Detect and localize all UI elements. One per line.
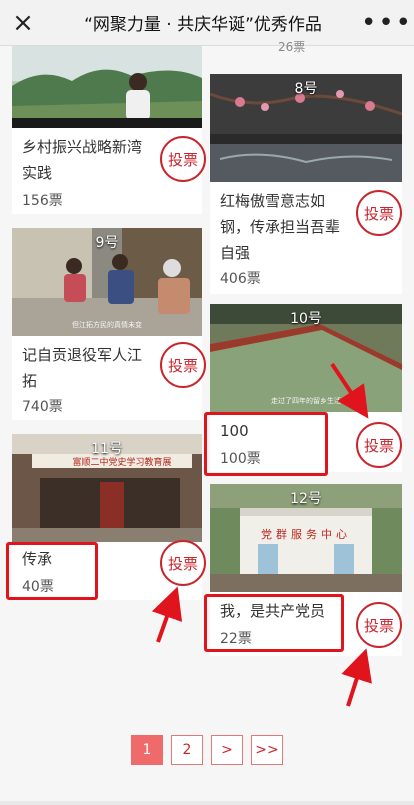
arrow-to-card-11 [151, 586, 183, 643]
entry-number: 12号 [290, 491, 322, 507]
entries-grid: 26票 乡村振兴战略新湾实践 156票 投票 8号 红梅傲雪意志如钢，传承担当吾… [0, 40, 414, 805]
entry-title: 记自贡退役军人江拓 [22, 346, 143, 390]
highlight-box [204, 594, 344, 652]
next-page-button[interactable]: > [211, 735, 243, 765]
entry-votes: 740票 [22, 399, 63, 415]
highlight-box [6, 542, 98, 600]
partial-votes: 26票 [278, 40, 306, 54]
entry-number: 9号 [95, 235, 119, 251]
vote-button[interactable]: 投票 [356, 602, 402, 648]
arrow-to-card-12 [341, 648, 372, 707]
entry-thumbnail[interactable]: 10号 走过了四年的留乡生活 [210, 304, 402, 412]
entry-card: 乡村振兴战略新湾实践 156票 投票 [12, 46, 206, 214]
entry-card: 8号 红梅傲雪意志如钢，传承担当吾辈自强 406票 投票 [210, 74, 402, 294]
highlight-box [204, 412, 328, 476]
more-options-icon[interactable]: ••• [360, 8, 414, 38]
entry-thumbnail[interactable]: 11号 富顺二中党史学习教育展 [12, 434, 202, 542]
vote-button[interactable]: 投票 [160, 342, 206, 388]
entry-card: 9号 但江拓方民的真情未变 记自贡退役军人江拓 740票 投票 [12, 228, 206, 420]
entry-votes: 406票 [220, 271, 261, 287]
entry-number: 10号 [290, 311, 322, 327]
video-caption: 但江拓方民的真情未变 [72, 321, 142, 329]
entry-thumbnail[interactable]: 9号 但江拓方民的真情未变 [12, 228, 202, 336]
vote-button[interactable]: 投票 [356, 422, 402, 468]
page-1-button[interactable]: 1 [131, 735, 163, 765]
vote-button[interactable]: 投票 [356, 190, 402, 236]
building-sign: 党群服务中心 [261, 528, 351, 541]
video-caption: 走过了四年的留乡生活 [271, 397, 341, 405]
page-title: “网聚力量 · 共庆华诞”优秀作品 [84, 15, 322, 35]
entry-title: 乡村振兴战略新湾实践 [22, 138, 143, 182]
vote-button[interactable]: 投票 [160, 540, 206, 586]
top-bar: × “网聚力量 · 共庆华诞”优秀作品 ••• [0, 0, 414, 46]
banner-text: 富顺二中党史学习教育展 [72, 458, 172, 468]
entry-thumbnail[interactable] [12, 46, 202, 128]
close-icon[interactable]: × [0, 0, 46, 46]
entry-thumbnail[interactable]: 12号 党群服务中心 [210, 484, 402, 592]
bottom-divider [0, 801, 414, 805]
entry-number: 8号 [294, 81, 318, 97]
entry-votes: 156票 [22, 193, 63, 209]
last-page-button[interactable]: >> [251, 735, 283, 765]
pagination: 1 2 > >> [0, 735, 414, 771]
page-2-button[interactable]: 2 [171, 735, 203, 765]
thumbnail-image [12, 46, 202, 128]
entry-thumbnail[interactable]: 8号 [210, 74, 402, 182]
vote-button[interactable]: 投票 [160, 136, 206, 182]
entry-title: 红梅傲雪意志如钢，传承担当吾辈自强 [220, 192, 341, 262]
